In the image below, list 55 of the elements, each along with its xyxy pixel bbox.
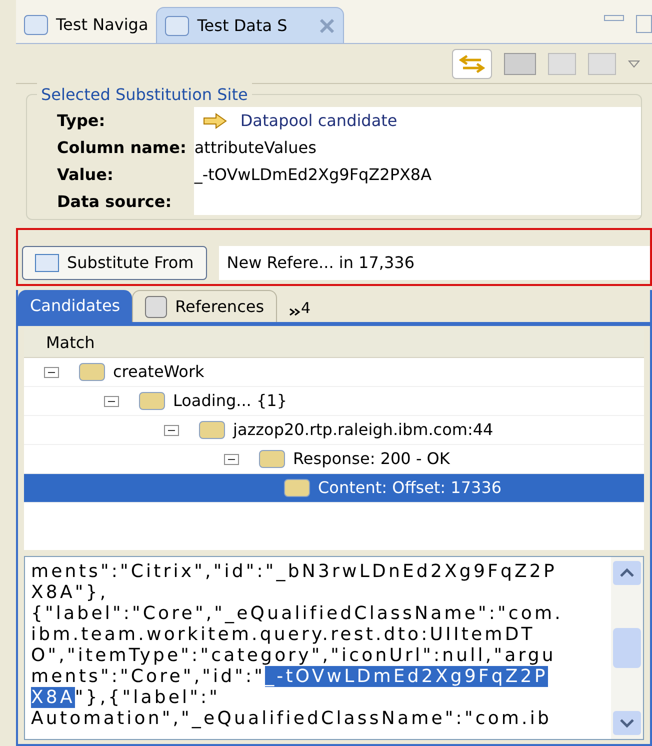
text-line: Automation","_eQualifiedClassName":"com.ib	[31, 708, 553, 729]
node-icon	[259, 450, 285, 468]
more-tabs-button[interactable]: 4	[289, 301, 311, 316]
node-label: jazzop20.rtp.raleigh.ibm.com:44	[233, 419, 494, 441]
tree-row[interactable]: createWork	[24, 358, 644, 387]
chevrons-icon	[289, 308, 302, 316]
substitute-info: New Refere... in 17,336	[218, 246, 650, 280]
text-line: O","itemType":"category","iconUrl":null,"argu	[31, 645, 557, 666]
node-label: Loading... {1}	[173, 390, 288, 412]
view-tab[interactable]: References	[132, 290, 278, 322]
text-line: X8A"},	[31, 582, 110, 603]
text-line: ments":"Core","id":"_-tOVwLDmEd2Xg9FqZ2P	[31, 666, 549, 687]
swap-arrows-icon	[459, 54, 485, 74]
text-line: {"label":"Core","_eQualifiedClassName":"com.	[31, 603, 564, 624]
scrollbar[interactable]	[611, 557, 643, 739]
collapse-icon[interactable]	[164, 424, 179, 436]
field-label: Type:	[56, 110, 106, 132]
node-icon	[139, 392, 165, 410]
collapse-icon[interactable]	[224, 454, 239, 464]
node-icon	[284, 479, 310, 497]
node-icon	[199, 421, 225, 439]
tree-row[interactable]: Content: Offset: 17336	[24, 474, 644, 503]
dropdown-icon[interactable]	[628, 60, 640, 68]
tab-icon	[165, 16, 190, 36]
view-tab[interactable]: Test Data S	[156, 7, 344, 43]
close-icon[interactable]	[319, 18, 336, 32]
scroll-thumb[interactable]	[613, 628, 641, 668]
collapse-icon[interactable]	[44, 366, 59, 378]
maximize-icon[interactable]	[636, 15, 652, 33]
text-line: X8A"},{"label":"	[31, 687, 222, 708]
scroll-up-icon[interactable]	[613, 561, 641, 585]
field-label: Value:	[56, 164, 114, 186]
view-tab[interactable]: Candidates	[18, 290, 132, 322]
collapse-icon[interactable]	[104, 396, 119, 406]
tree-row[interactable]: Loading... {1}	[24, 387, 644, 416]
text-line: ibm.team.workitem.query.rest.dto:UIItemDT	[31, 624, 536, 645]
node-icon	[79, 363, 105, 381]
field-value: Datapool candidate	[240, 110, 398, 132]
scroll-down-icon[interactable]	[613, 711, 641, 735]
text-area[interactable]	[24, 556, 644, 740]
substitute-from-button[interactable]: Substitute From	[22, 246, 207, 280]
tree-row[interactable]: jazzop20.rtp.raleigh.ibm.com:44	[24, 416, 644, 445]
field-label: Column name:	[56, 136, 188, 158]
swap-arrows-button[interactable]	[452, 48, 492, 78]
minimize-icon[interactable]	[604, 15, 624, 21]
field-label: Data source:	[56, 190, 173, 212]
view-tab[interactable]: Test Naviga	[16, 7, 156, 43]
text-line: ments":"Citrix","id":"_bN3rwLDnEd2Xg9FqZ2P	[31, 561, 558, 582]
field-value: attributeValues	[194, 136, 316, 158]
node-label: createWork	[113, 361, 204, 383]
field-value: _-tOVwLDmEd2Xg9FqZ2PX8A	[194, 164, 432, 186]
tab-icon	[24, 15, 48, 35]
column-header[interactable]: Match	[24, 328, 644, 358]
node-label: Response: 200 - OK	[293, 448, 450, 470]
node-label: Content: Offset: 17336	[318, 477, 502, 499]
